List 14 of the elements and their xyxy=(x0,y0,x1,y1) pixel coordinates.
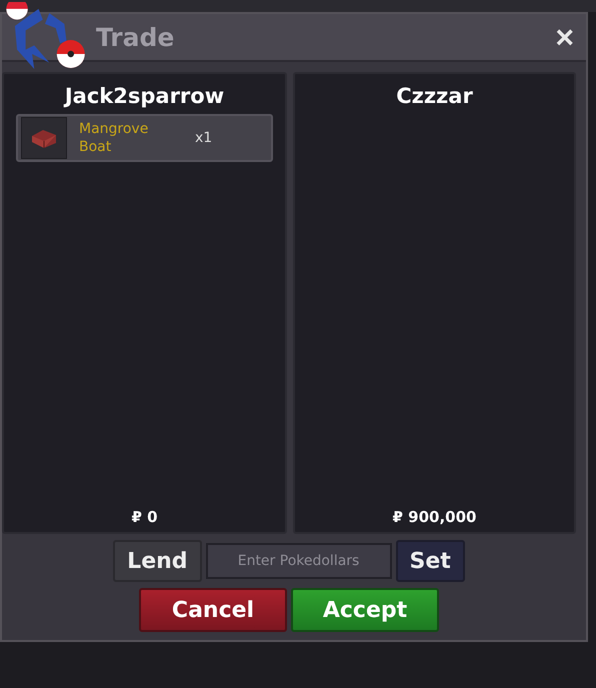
pokedollars-field[interactable]: Enter Pokedollars xyxy=(206,543,392,579)
money-amount: ₽ 900,000 xyxy=(392,508,478,528)
set-button[interactable]: Set xyxy=(396,540,465,582)
player-name: Czzzar xyxy=(395,83,474,110)
close-button[interactable]: × xyxy=(551,21,578,53)
money-amount: ₽ 0 xyxy=(130,508,159,528)
item-name: Mangrove Boat xyxy=(79,120,150,156)
item-quantity: x1 xyxy=(195,130,212,146)
player-name: Jack2sparrow xyxy=(62,83,226,110)
lend-button[interactable]: Lend xyxy=(113,540,202,582)
accept-button[interactable]: Accept xyxy=(291,588,439,632)
trade-item[interactable]: Mangrove Boat x1 xyxy=(16,114,273,162)
cancel-button[interactable]: Cancel xyxy=(139,588,287,632)
window-title: Trade xyxy=(96,22,176,52)
